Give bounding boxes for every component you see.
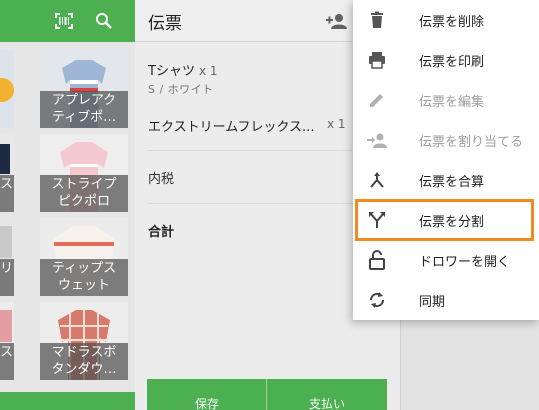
menu-item-edit-ticket[interactable]: 伝票を編集 (353, 80, 539, 120)
product-toolbar (0, 0, 135, 42)
menu-item-sync[interactable]: 同期 (353, 280, 539, 320)
assign-person-icon (367, 130, 387, 150)
menu-item-delete-ticket[interactable]: 伝票を削除 (353, 0, 539, 40)
printer-icon (367, 50, 387, 70)
total-label: 合計 (148, 225, 175, 240)
menu-item-print-ticket[interactable]: 伝票を印刷 (353, 40, 539, 80)
product-tile[interactable]: マドラスボ タンダウ… (40, 302, 128, 380)
save-button[interactable]: 保存 (195, 395, 219, 410)
menu-item-split-ticket[interactable]: 伝票を分割 (355, 199, 534, 241)
split-icon (367, 210, 387, 230)
sync-icon (367, 290, 387, 310)
menu-item-merge-ticket[interactable]: 伝票を合算 (353, 160, 539, 200)
ticket-line-item[interactable]: Tシャツ x 1 (148, 60, 218, 79)
bottom-nav-bar (0, 392, 135, 410)
menu-item-open-drawer[interactable]: ドロワーを開く (353, 240, 539, 280)
product-tile[interactable]: アプレアク ティブポ… (40, 50, 128, 128)
pencil-icon (367, 90, 387, 110)
ticket-title: 伝票 (148, 14, 182, 34)
ticket-options-menu: 伝票を削除 伝票を印刷 伝票を編集 伝票を割り当てる 伝票を合算 伝票を分割 ド… (353, 0, 539, 320)
item-name: Tシャツ (148, 64, 195, 79)
product-tile[interactable]: ス (0, 302, 14, 380)
ticket-action-bar: 保存 支払い (147, 379, 387, 410)
menu-item-assign-ticket[interactable]: 伝票を割り当てる (353, 120, 539, 160)
add-customer-icon[interactable] (325, 10, 347, 32)
product-tile[interactable]: ティップス ウェット (40, 218, 128, 296)
product-tile-caption: アプレアク ティブポ… (40, 91, 128, 128)
item-variant: S / ホワイト (148, 83, 214, 96)
trash-icon (367, 10, 387, 30)
item-quantity: x 1 (327, 117, 346, 131)
pay-button[interactable]: 支払い (309, 395, 345, 410)
tax-label: 内税 (148, 172, 175, 187)
product-tile-caption: ティップス ウェット (40, 259, 128, 296)
merge-icon (367, 170, 387, 190)
product-tile[interactable]: ス (0, 134, 14, 212)
unlock-icon (367, 250, 387, 270)
product-tile-caption: マドラスボ タンダウ… (40, 343, 128, 380)
barcode-scan-icon[interactable] (54, 11, 74, 31)
product-tile-caption: リ (0, 259, 14, 296)
search-icon[interactable] (94, 11, 114, 31)
item-name: エクストリームフレックス... (148, 120, 315, 135)
product-grid-panel: ス リ ス アプレアク ティブポ… ストライプ ピクポロ ティップス ウェット マドラ… (0, 0, 135, 410)
product-tile-caption: ス (0, 343, 14, 380)
product-tile[interactable] (0, 50, 14, 128)
product-tile-caption: ス (0, 175, 14, 212)
item-quantity: x 1 (198, 64, 218, 78)
product-tile[interactable]: リ (0, 218, 14, 296)
ticket-line-item[interactable]: エクストリームフレックス... x 1 (148, 116, 346, 135)
divider (266, 379, 267, 410)
product-tile[interactable]: ストライプ ピクポロ (40, 134, 128, 212)
product-tile-caption: ストライプ ピクポロ (40, 175, 128, 212)
